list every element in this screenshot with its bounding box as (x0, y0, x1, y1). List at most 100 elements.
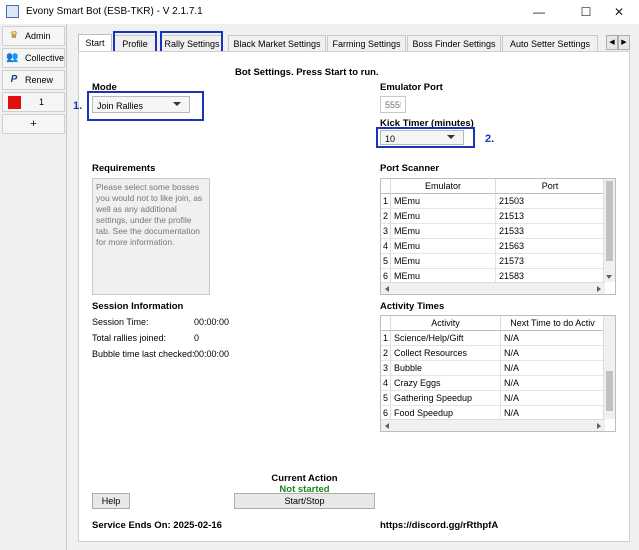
horizontal-scrollbar[interactable] (381, 419, 605, 431)
table-row[interactable]: 2 Collect Resources N/A (381, 346, 605, 361)
cell-activity: Crazy Eggs (391, 376, 501, 391)
bubble-time-label: Bubble time last checked: (92, 349, 195, 359)
window-title: Evony Smart Bot (ESB-TKR) - V 2.1.7.1 (26, 6, 203, 17)
discord-link[interactable]: https://discord.gg/rRthpfA (380, 520, 498, 531)
row-number: 2 (381, 346, 391, 361)
cell-emulator: MEmu (391, 224, 496, 239)
group-icon: 👥 (6, 52, 19, 63)
column-header-port[interactable]: Port (496, 179, 605, 194)
total-rallies-value: 0 (194, 333, 200, 343)
scrollbar-thumb[interactable] (606, 371, 613, 411)
column-header-activity[interactable]: Activity (391, 316, 501, 331)
sidebar-item-label: Renew (25, 75, 54, 85)
row-number: 2 (381, 209, 391, 224)
horizontal-scrollbar[interactable] (381, 282, 605, 294)
highlight-box-rally-tab (160, 31, 223, 53)
help-button[interactable]: Help (92, 493, 130, 509)
sidebar-item-admin[interactable]: ♛ Admin (2, 26, 65, 46)
requirements-text: Please select some bosses you would not … (92, 178, 210, 295)
cell-port: 21513 (496, 209, 605, 224)
service-ends-text: Service Ends On: 2025-02-16 (92, 520, 222, 531)
mode-select-value: Join Rallies (97, 101, 144, 111)
session-info-title: Session Information (92, 301, 184, 312)
tab-farming-settings[interactable]: Farming Settings (327, 35, 406, 52)
bubble-time-value: 00:00:00 (194, 349, 230, 359)
annotation-1: 1. (73, 100, 83, 112)
table-row[interactable]: 4 Crazy Eggs N/A (381, 376, 605, 391)
tab-auto-setter-settings[interactable]: Auto Setter Settings (502, 35, 598, 52)
red-square-icon (8, 96, 21, 109)
cell-port: 21573 (496, 254, 605, 269)
paypal-icon: P (10, 74, 18, 85)
maximize-button[interactable]: ☐ (572, 2, 600, 22)
start-tab-panel (78, 51, 630, 542)
cell-port: 21533 (496, 224, 605, 239)
activity-times-table: Activity Next Time to do Activ 1 Science… (380, 315, 616, 432)
session-time-value: 00:00:00 (194, 317, 230, 327)
sidebar-item-label: Admin (25, 31, 51, 41)
annotation-2: 2. (485, 133, 495, 145)
chevron-down-icon (447, 135, 455, 139)
table-row[interactable]: 5 MEmu 21573 (381, 254, 605, 269)
highlight-box-profile-tab (113, 31, 157, 53)
scroll-right-arrow-icon[interactable] (597, 286, 601, 292)
table-row[interactable]: 4 MEmu 21563 (381, 239, 605, 254)
table-row[interactable]: 3 MEmu 21533 (381, 224, 605, 239)
banner-text: Bot Settings. Press Start to run. (235, 67, 379, 78)
row-number: 1 (381, 331, 391, 346)
table-row[interactable]: 2 MEmu 21513 (381, 209, 605, 224)
title-bar: Evony Smart Bot (ESB-TKR) - V 2.1.7.1 — … (0, 0, 639, 24)
cell-next-time: N/A (501, 361, 605, 376)
tab-scroll-right-button[interactable]: ▶ (618, 35, 630, 50)
cell-emulator: MEmu (391, 209, 496, 224)
requirements-label: Requirements (92, 163, 156, 174)
start-stop-button[interactable]: Start/Stop (234, 493, 375, 509)
cell-port: 21563 (496, 239, 605, 254)
vertical-scrollbar[interactable] (603, 179, 615, 282)
table-row[interactable]: 5 Gathering Speedup N/A (381, 391, 605, 406)
row-number: 5 (381, 254, 391, 269)
cell-activity: Bubble (391, 361, 501, 376)
tab-scroll-left-button[interactable]: ◀ (606, 35, 618, 50)
kick-timer-select-value: 10 (385, 134, 396, 144)
vertical-scrollbar[interactable] (603, 316, 615, 419)
emulator-port-input[interactable] (380, 96, 406, 113)
chevron-down-icon (173, 102, 181, 106)
table-row[interactable]: 3 Bubble N/A (381, 361, 605, 376)
cell-next-time: N/A (501, 346, 605, 361)
cell-activity: Gathering Speedup (391, 391, 501, 406)
cell-next-time: N/A (501, 391, 605, 406)
scroll-down-arrow-icon[interactable] (606, 275, 612, 279)
scroll-left-arrow-icon[interactable] (385, 423, 389, 429)
column-header-emulator[interactable]: Emulator (391, 179, 496, 194)
current-action-label: Current Action (271, 473, 338, 484)
port-scanner-table: Emulator Port 1 MEmu 21503 2 MEmu 21513 … (380, 178, 616, 295)
sidebar-item-label: 1 (39, 97, 45, 107)
minimize-button[interactable]: — (525, 2, 553, 22)
port-scanner-label: Port Scanner (380, 163, 440, 174)
mode-select[interactable]: Join Rallies (92, 96, 190, 113)
add-profile-button[interactable]: + (2, 114, 65, 134)
sidebar-item-label: Collective (25, 53, 65, 63)
cell-next-time: N/A (501, 331, 605, 346)
close-button[interactable]: ✕ (605, 2, 633, 22)
cell-activity: Collect Resources (391, 346, 501, 361)
table-row[interactable]: 1 MEmu 21503 (381, 194, 605, 209)
column-header-next-time[interactable]: Next Time to do Activ (501, 316, 605, 331)
sidebar-item-profile-1[interactable]: 1 (2, 92, 65, 112)
activity-times-label: Activity Times (380, 301, 445, 312)
sidebar-item-collective[interactable]: 👥 Collective (2, 48, 65, 68)
tab-boss-finder-settings[interactable]: Boss Finder Settings (407, 35, 501, 52)
row-number: 1 (381, 194, 391, 209)
table-row[interactable]: 1 Science/Help/Gift N/A (381, 331, 605, 346)
scroll-left-arrow-icon[interactable] (385, 286, 389, 292)
tab-start[interactable]: Start (78, 34, 112, 52)
scroll-right-arrow-icon[interactable] (597, 423, 601, 429)
session-time-label: Session Time: (92, 317, 149, 327)
sidebar-item-renew[interactable]: P Renew (2, 70, 65, 90)
scrollbar-thumb[interactable] (606, 181, 613, 261)
row-number: 4 (381, 376, 391, 391)
app-icon (6, 5, 19, 18)
kick-timer-select[interactable]: 10 (380, 130, 464, 145)
tab-black-market-settings[interactable]: Black Market Settings (228, 35, 326, 52)
